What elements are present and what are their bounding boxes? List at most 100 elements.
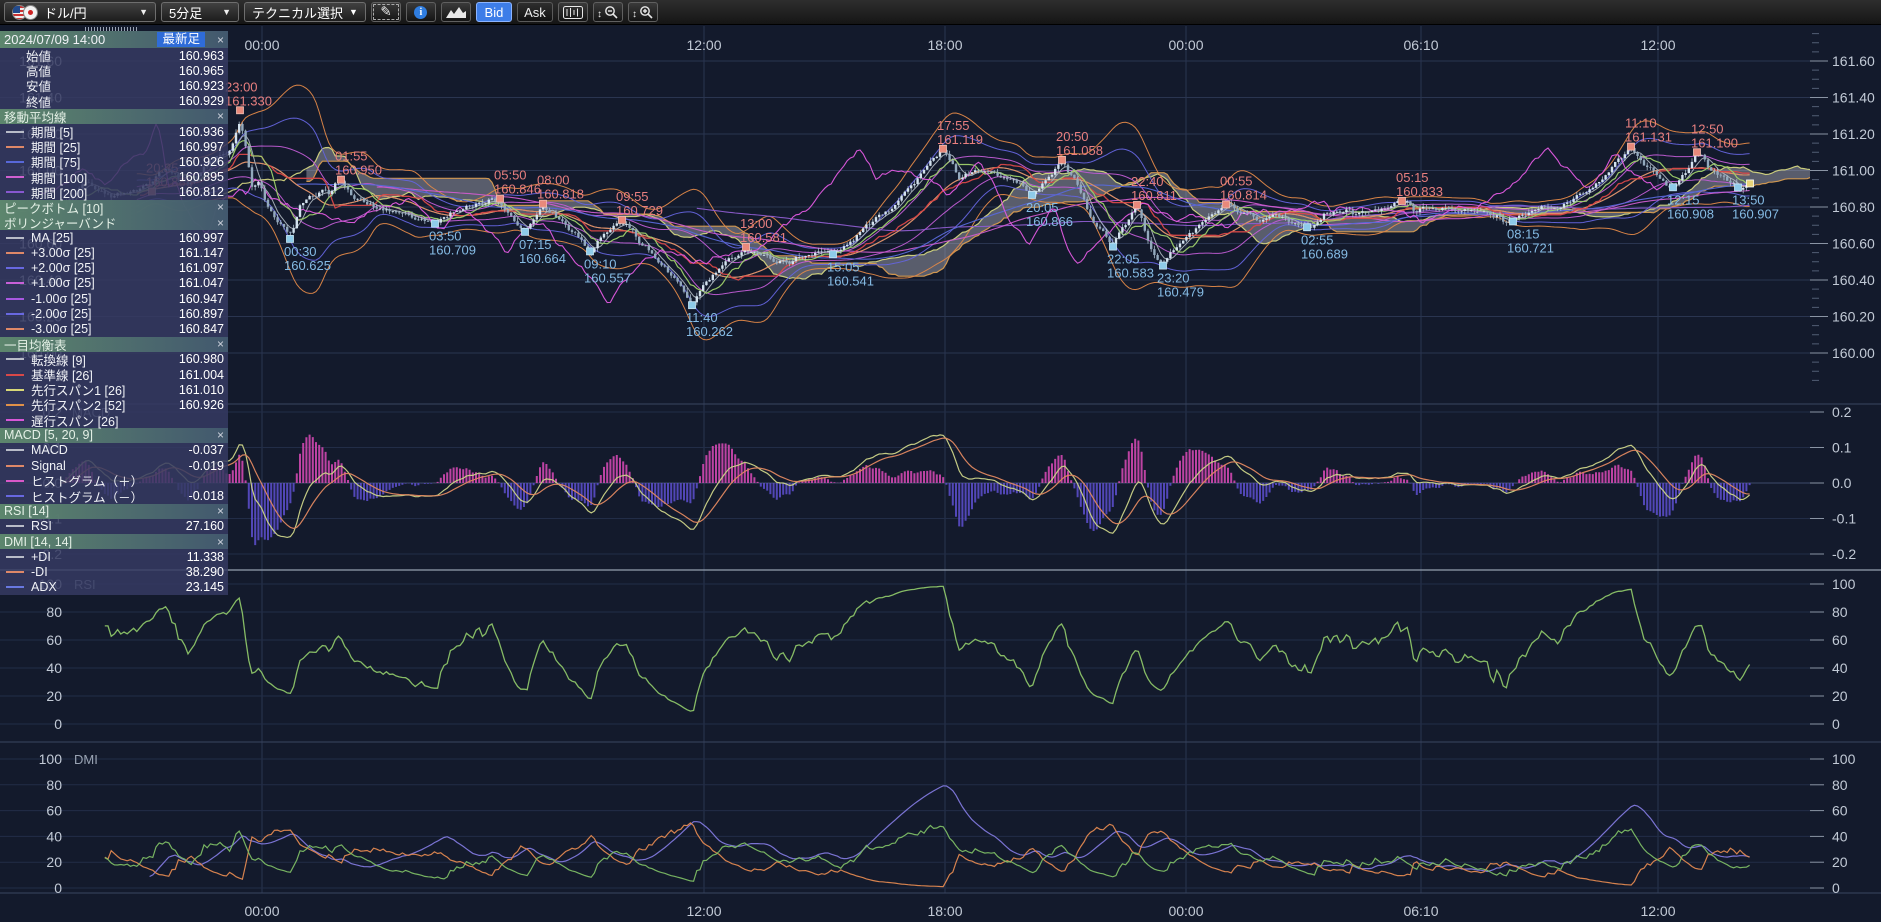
chevron-down-icon: ▼ <box>139 7 148 17</box>
chart-canvas[interactable]: 161.60161.60161.40161.40161.20161.20161.… <box>0 0 1881 922</box>
series-color-swatch <box>6 495 24 497</box>
close-icon[interactable]: × <box>211 504 224 518</box>
technical-select-button[interactable]: テクニカル選択 ▼ <box>244 2 366 22</box>
svg-text:60: 60 <box>1832 632 1848 648</box>
svg-text:100: 100 <box>1832 576 1856 592</box>
svg-text:160.625: 160.625 <box>284 258 331 273</box>
svg-text:-0.1: -0.1 <box>1832 511 1856 527</box>
svg-text:08:00: 08:00 <box>537 173 570 188</box>
series-color-swatch <box>6 282 24 284</box>
svg-text:160.00: 160.00 <box>1832 345 1875 361</box>
svg-text:160.907: 160.907 <box>1732 206 1779 221</box>
indicator-value: 160.812 <box>179 185 224 199</box>
svg-text:00:00: 00:00 <box>1168 903 1203 919</box>
close-icon[interactable]: × <box>211 216 224 230</box>
indicator-value: 160.997 <box>179 231 224 245</box>
svg-text:12:00: 12:00 <box>1640 37 1675 53</box>
svg-text:0.2: 0.2 <box>1832 404 1852 420</box>
svg-text:00:55: 00:55 <box>1220 173 1253 188</box>
svg-text:160.729: 160.729 <box>616 203 663 218</box>
svg-text:160.60: 160.60 <box>1832 236 1875 252</box>
svg-text:161.119: 161.119 <box>937 132 983 147</box>
indicator-label: -DI <box>31 565 48 579</box>
svg-text:161.330: 161.330 <box>225 93 272 108</box>
flag-icons <box>12 5 38 20</box>
svg-text:160.833: 160.833 <box>1396 184 1443 199</box>
currency-pair-select[interactable]: ドル/円 ▼ <box>4 2 156 22</box>
draw-pencil-button[interactable]: ✎ <box>371 2 401 22</box>
indicator-row: RSI 27.160 × <box>0 519 228 534</box>
indicator-row: +2.00σ [25] 161.097 × <box>0 261 228 276</box>
timeframe-label: 5分足 <box>169 3 202 22</box>
series-color-swatch <box>6 131 24 133</box>
indicator-label: ADX <box>31 580 57 594</box>
svg-text:20: 20 <box>1832 854 1848 870</box>
close-icon[interactable]: × <box>211 337 224 351</box>
indicator-value: 161.097 <box>179 261 224 275</box>
svg-text:161.00: 161.00 <box>1832 163 1875 179</box>
series-color-swatch <box>6 100 19 102</box>
svg-text:22:40: 22:40 <box>1131 174 1164 189</box>
zoom-out-button[interactable]: ↕ <box>593 2 623 22</box>
series-color-swatch <box>6 389 24 391</box>
svg-text:0: 0 <box>54 716 62 732</box>
svg-text:60: 60 <box>46 803 62 819</box>
series-color-swatch <box>6 419 24 421</box>
indicator-label: -1.00σ [25] <box>31 292 92 306</box>
close-icon[interactable]: × <box>211 428 224 442</box>
bid-button[interactable]: Bid <box>476 2 512 22</box>
svg-text:100: 100 <box>39 751 63 767</box>
svg-text:03:50: 03:50 <box>429 229 462 244</box>
svg-text:160.581: 160.581 <box>740 230 787 245</box>
svg-text:160.583: 160.583 <box>1107 266 1154 281</box>
series-color-swatch <box>6 146 24 148</box>
svg-text:-0.2: -0.2 <box>1832 546 1856 562</box>
series-color-swatch <box>6 55 19 57</box>
mountain-icon <box>446 6 466 18</box>
svg-text:22:05: 22:05 <box>1107 252 1140 267</box>
close-icon[interactable]: × <box>211 200 224 214</box>
close-icon[interactable]: × <box>211 33 224 47</box>
indicator-value: 160.947 <box>179 292 224 306</box>
svg-text:0.0: 0.0 <box>1832 475 1852 491</box>
close-icon[interactable]: × <box>211 109 224 123</box>
indicator-value: 160.847 <box>179 322 224 336</box>
svg-text:09:55: 09:55 <box>616 189 649 204</box>
zoom-in-button[interactable]: ↕ <box>628 2 658 22</box>
svg-text:160.689: 160.689 <box>1301 246 1348 261</box>
currency-pair-label: ドル/円 <box>44 3 87 22</box>
indicator-label: DMI [14, 14] <box>4 535 72 549</box>
svg-text:0.1: 0.1 <box>1832 440 1852 456</box>
indicator-row: MACD -0.037 × <box>0 443 228 458</box>
indicator-label: RSI [14] <box>4 504 49 518</box>
indicator-row: -DI 38.290 × <box>0 564 228 579</box>
info-button[interactable]: i <box>406 2 436 22</box>
svg-text:160.721: 160.721 <box>1507 240 1554 255</box>
section-header-row: RSI [14] × <box>0 504 228 519</box>
ask-button[interactable]: Ask <box>517 2 553 22</box>
area-chart-button[interactable] <box>441 2 471 22</box>
svg-text:160.950: 160.950 <box>335 163 382 178</box>
svg-text:23:20: 23:20 <box>1157 271 1190 286</box>
chevron-down-icon: ▼ <box>222 7 231 17</box>
svg-text:17:55: 17:55 <box>937 118 970 133</box>
svg-text:12:15: 12:15 <box>1667 192 1700 207</box>
svg-text:11:40: 11:40 <box>686 310 718 325</box>
svg-text:12:50: 12:50 <box>1691 121 1724 136</box>
indicator-label: +1.00σ [25] <box>31 276 95 290</box>
svg-text:80: 80 <box>1832 604 1848 620</box>
latest-candle-badge[interactable]: 最新足 <box>157 32 205 47</box>
svg-text:18:00: 18:00 <box>927 903 962 919</box>
svg-text:11:10: 11:10 <box>1625 116 1657 131</box>
svg-text:23:00: 23:00 <box>225 79 258 94</box>
close-icon[interactable]: × <box>211 535 224 549</box>
series-color-swatch <box>6 191 24 193</box>
svg-text:20: 20 <box>46 688 62 704</box>
indicator-value: 161.004 <box>179 368 224 382</box>
svg-text:DMI: DMI <box>74 752 98 767</box>
indicator-value: 160.929 <box>179 94 224 108</box>
series-color-swatch <box>6 161 24 163</box>
indicator-value: 160.936 <box>179 125 224 139</box>
timeframe-select[interactable]: 5分足 ▼ <box>161 2 239 22</box>
candle-chart-button[interactable] <box>558 2 588 22</box>
